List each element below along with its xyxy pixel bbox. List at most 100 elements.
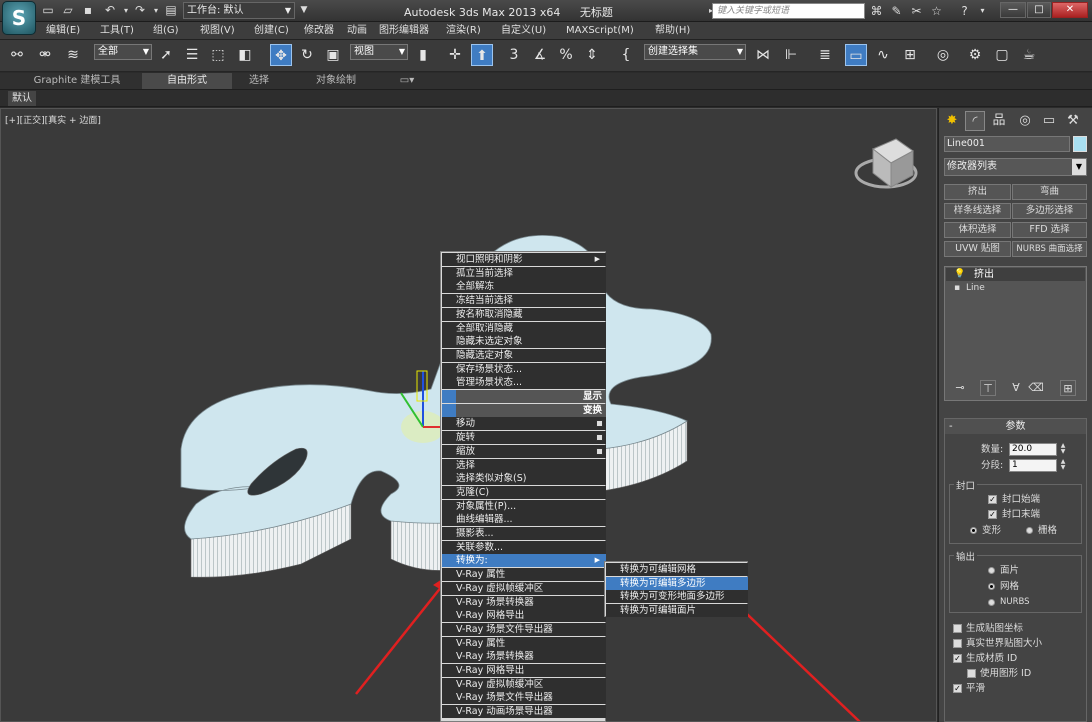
select-object-icon[interactable]: ➚	[155, 44, 177, 66]
motion-panel-icon[interactable]: ◎	[1015, 111, 1035, 131]
patch-radio[interactable]	[988, 567, 995, 574]
render-setup-icon[interactable]: ⚙	[964, 44, 986, 66]
context-menu-item-3[interactable]: 冻结当前选择	[442, 294, 606, 308]
settings-box-icon[interactable]	[596, 420, 603, 428]
tab-freeform[interactable]: 自由形式	[142, 73, 232, 89]
display-panel-icon[interactable]: ▭	[1039, 111, 1059, 131]
reference-coordinate-dropdown[interactable]: 视图 ▼	[350, 44, 408, 60]
volume-select-button[interactable]: 体积选择	[944, 222, 1011, 238]
context-menu-item-2[interactable]: 全部解冻	[442, 280, 606, 294]
configure-modifier-sets-icon[interactable]: ⊞	[1060, 380, 1076, 396]
context-menu-item-11[interactable]: 变换	[442, 403, 606, 417]
redo-icon[interactable]: ↷	[132, 3, 148, 18]
use-shape-ids-checkbox[interactable]	[967, 669, 976, 678]
select-and-link-icon[interactable]: ⚯	[6, 44, 28, 66]
settings-box-icon[interactable]	[596, 447, 603, 455]
modify-panel-icon[interactable]: ◜	[965, 111, 985, 131]
spline-select-button[interactable]: 样条线选择	[944, 203, 1011, 219]
workspace-dropdown[interactable]: 工作台: 默认 ▼	[183, 2, 295, 19]
close-button[interactable]: ✕	[1052, 2, 1088, 18]
context-menu-item-30[interactable]: V-Ray 网格导出	[442, 664, 606, 677]
pin-stack-icon[interactable]: ⊸	[952, 380, 968, 396]
poly-select-button[interactable]: 多边形选择	[1012, 203, 1087, 219]
tab-graphite-modeling[interactable]: Graphite 建模工具	[18, 73, 136, 89]
select-and-move-icon[interactable]: ✥	[270, 44, 292, 66]
context-menu-item-14[interactable]: 缩放	[442, 444, 606, 458]
ribbon-options-icon[interactable]: ▭▾	[394, 73, 420, 89]
real-world-map-checkbox[interactable]	[953, 639, 962, 648]
smooth-checkbox[interactable]: ✓	[953, 684, 962, 693]
amount-spinner[interactable]: 20.0	[1009, 443, 1057, 456]
named-selection-set-dropdown[interactable]: 创建选择集 ▼	[644, 44, 746, 60]
open-file-icon[interactable]: ▱	[60, 3, 76, 18]
snaps-toggle-icon[interactable]: 3	[503, 44, 525, 66]
stack-item-extrude[interactable]: 💡 挤出	[946, 268, 1085, 281]
morph-radio[interactable]	[970, 527, 977, 534]
context-menu-item-9[interactable]: 管理场景状态...	[442, 376, 606, 390]
layer-manager-icon[interactable]: ≣	[814, 44, 836, 66]
project-folder-icon[interactable]: ▤	[163, 3, 179, 18]
viewcube-icon[interactable]	[854, 138, 918, 189]
convert-submenu-item-2[interactable]: 转换为可变形地面多边形	[606, 590, 748, 604]
grid-radio[interactable]	[1026, 527, 1033, 534]
select-and-scale-icon[interactable]: ▣	[322, 44, 344, 66]
ffd-select-button[interactable]: FFD 选择	[1012, 222, 1087, 238]
make-unique-icon[interactable]: ∀	[1008, 380, 1024, 396]
menu-rendering[interactable]: 渲染(R)	[446, 24, 481, 38]
context-menu-item-25[interactable]: V-Ray 场景转换器	[442, 595, 606, 609]
convert-submenu-item-3[interactable]: 转换为可编辑面片	[606, 604, 748, 618]
cap-end-checkbox[interactable]: ✓	[988, 510, 997, 519]
context-menu-item-12[interactable]: 移动	[442, 417, 606, 431]
nurbs-surface-select-button[interactable]: NURBS 曲面选择	[1012, 241, 1087, 257]
modifier-list-dropdown[interactable]: 修改器列表 ▼	[944, 158, 1087, 176]
context-menu-item-32[interactable]: V-Ray 场景文件导出器	[442, 691, 606, 705]
context-menu-item-20[interactable]: 摄影表...	[442, 527, 606, 540]
edit-named-selection-icon[interactable]: {	[615, 44, 637, 66]
schematic-view-icon[interactable]: ⊞	[899, 44, 921, 66]
minimize-button[interactable]: —	[1000, 2, 1026, 18]
hierarchy-panel-icon[interactable]: 品	[989, 111, 1009, 131]
render-production-icon[interactable]: ☕	[1018, 44, 1040, 66]
select-manipulate-icon[interactable]: ✛	[444, 44, 466, 66]
spinner-arrows-icon[interactable]: ▲ ▼	[1059, 459, 1067, 472]
context-menu-item-28[interactable]: V-Ray 属性	[442, 636, 606, 650]
select-and-rotate-icon[interactable]: ↻	[296, 44, 318, 66]
tab-selection[interactable]: 选择	[232, 73, 286, 89]
context-menu-item-0[interactable]: 视口照明和阴影 ▶	[442, 253, 606, 266]
bend-modifier-button[interactable]: 弯曲	[1012, 184, 1087, 200]
uvw-map-button[interactable]: UVW 贴图	[944, 241, 1011, 257]
context-menu-item-10[interactable]: 显示	[442, 390, 606, 403]
context-menu-item-18[interactable]: 对象属性(P)...	[442, 499, 606, 513]
material-editor-icon[interactable]: ◎	[932, 44, 954, 66]
menu-tools[interactable]: 工具(T)	[100, 24, 134, 38]
select-by-name-icon[interactable]: ☰	[181, 44, 203, 66]
context-menu-item-27[interactable]: V-Ray 场景文件导出器	[442, 622, 606, 636]
curve-editor-icon[interactable]: ∿	[872, 44, 894, 66]
graphite-toggle-icon[interactable]: ▭	[845, 44, 867, 66]
unlink-selection-icon[interactable]: ⚮	[34, 44, 56, 66]
menu-maxscript[interactable]: MAXScript(M)	[566, 24, 634, 38]
utilities-panel-icon[interactable]: ⚒	[1063, 111, 1083, 131]
menu-customize[interactable]: 自定义(U)	[501, 24, 546, 38]
show-end-result-icon[interactable]: ⊤	[980, 380, 996, 396]
context-menu-item-4[interactable]: 按名称取消隐藏	[442, 307, 606, 321]
context-menu-item-16[interactable]: 选择类似对象(S)	[442, 472, 606, 486]
object-name-field[interactable]: Line001	[944, 136, 1070, 152]
mesh-radio[interactable]	[988, 583, 995, 590]
maximize-button[interactable]: □	[1027, 2, 1051, 18]
remove-modifier-icon[interactable]: ⌫	[1028, 380, 1044, 396]
menu-group[interactable]: 组(G)	[153, 24, 179, 38]
help-dropdown-icon[interactable]: ▾	[974, 3, 991, 19]
context-menu-item-15[interactable]: 选择	[442, 458, 606, 472]
context-menu-item-31[interactable]: V-Ray 虚拟帧缓冲区	[442, 677, 606, 691]
context-menu-item-19[interactable]: 曲线编辑器...	[442, 513, 606, 527]
segments-spinner[interactable]: 1	[1009, 459, 1057, 472]
mirror-icon[interactable]: ⋈	[752, 44, 774, 66]
subscription-icon[interactable]: ✎	[888, 3, 905, 19]
quick-access-dropdown-icon[interactable]: ▼	[296, 3, 312, 18]
redo-dropdown-icon[interactable]: ▾	[148, 3, 164, 18]
menu-edit[interactable]: 编辑(E)	[46, 24, 80, 38]
tab-object-paint[interactable]: 对象绘制	[296, 73, 376, 89]
viewport-label[interactable]: [+][正交][真实 + 边面]	[5, 113, 101, 126]
gen-map-coords-checkbox[interactable]	[953, 624, 962, 633]
